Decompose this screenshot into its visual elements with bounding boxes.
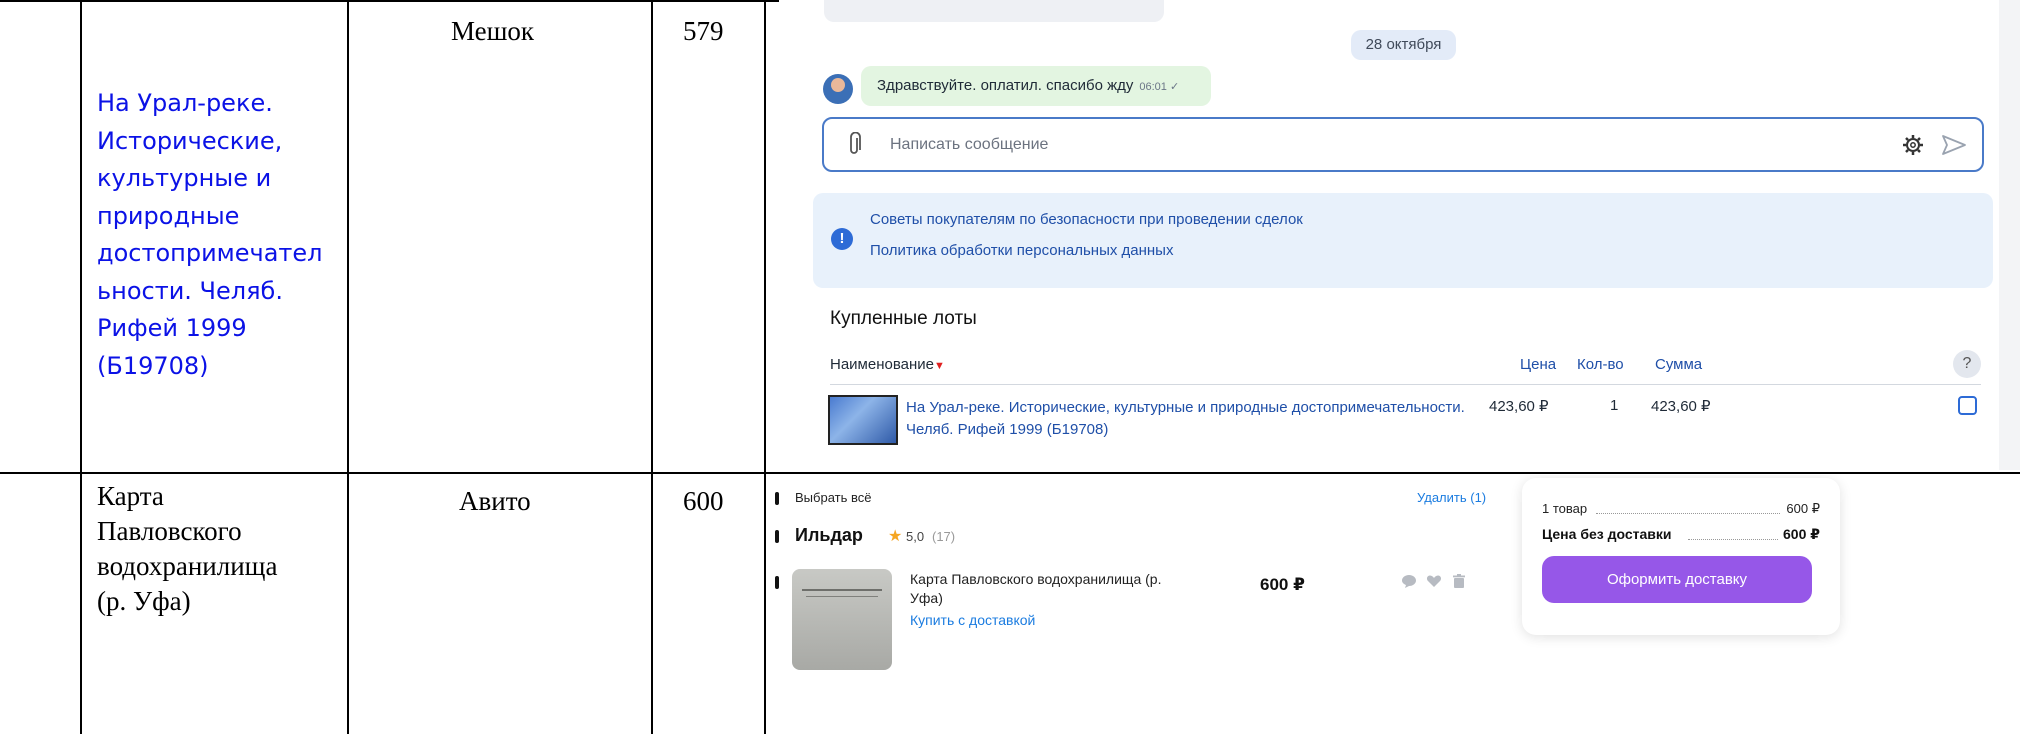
- document-line-icon: [806, 596, 878, 597]
- send-icon[interactable]: [1941, 133, 1967, 157]
- row2-title-line: водохранилища: [97, 551, 278, 581]
- avito-cart-screenshot: Выбрать всё Удалить (1) Ильдар ★ 5,0 (17…: [775, 475, 2020, 734]
- row2-title-line: Карта: [97, 481, 164, 511]
- table-col-divider-2: [347, 0, 349, 734]
- document-line-icon: [802, 589, 882, 591]
- message-time: 06:01 ✓: [1139, 81, 1180, 93]
- trash-icon[interactable]: [1451, 573, 1467, 589]
- seller-rating: 5,0: [906, 529, 925, 544]
- purchased-lots-panel: Купленные лоты Наименование▼ Цена Кол-во…: [813, 294, 1993, 460]
- header-divider: [830, 384, 1981, 385]
- item-sum: 423,60 ₽: [1651, 398, 1711, 415]
- delete-link[interactable]: Удалить (1): [1417, 490, 1486, 505]
- seller-name[interactable]: Ильдар: [795, 525, 863, 546]
- select-all-checkbox[interactable]: [775, 492, 779, 505]
- sort-down-icon: ▼: [933, 360, 945, 372]
- table-row-divider: [0, 472, 2020, 474]
- row1-title-line: Исторические,: [97, 126, 283, 155]
- row1-source: Мешок: [451, 16, 535, 46]
- message-bubble: Здравствуйте. оплатил. спасибо жду 06:01 …: [861, 66, 1211, 106]
- side-panel-edge: [1999, 0, 2020, 470]
- select-all-label[interactable]: Выбрать всё: [795, 490, 871, 505]
- row1-title-line: (Б19708): [97, 351, 209, 380]
- star-icon: ★: [888, 528, 903, 545]
- paperclip-icon[interactable]: [846, 132, 862, 158]
- seller-checkbox[interactable]: [775, 530, 779, 543]
- date-chip: 28 октября: [1351, 30, 1456, 60]
- row1-price: 579: [683, 16, 724, 46]
- column-header-name[interactable]: Наименование▼: [830, 356, 945, 373]
- item-thumbnail[interactable]: [828, 395, 898, 445]
- product-name[interactable]: Карта Павловского водохранилища (р. Уфа): [910, 570, 1170, 608]
- table-border-top: [0, 0, 779, 2]
- heart-icon[interactable]: [1426, 573, 1442, 589]
- table-col-divider-3: [651, 0, 653, 734]
- item-name-link[interactable]: На Урал-реке. Исторические, культурные и…: [906, 397, 1496, 441]
- safety-info-panel: ! Советы покупателям по безопасности при…: [813, 193, 1993, 288]
- message-text: Здравствуйте. оплатил. спасибо жду: [877, 77, 1134, 94]
- checkout-delivery-button[interactable]: Оформить доставку: [1542, 556, 1812, 603]
- total-label: Цена без доставки: [1542, 526, 1672, 542]
- chat-icon[interactable]: [1401, 573, 1417, 589]
- table-col-divider-1: [80, 0, 82, 734]
- purchased-lots-title: Купленные лоты: [830, 308, 977, 329]
- privacy-policy-link[interactable]: Политика обработки персональных данных: [870, 242, 1173, 259]
- item-price: 423,60 ₽: [1489, 398, 1549, 415]
- compose-field[interactable]: Написать сообщение: [822, 117, 1984, 172]
- items-subtotal: 600 ₽: [1786, 501, 1820, 516]
- row2-source: Авито: [459, 486, 531, 516]
- row1-title-line: достопримечател: [97, 239, 323, 267]
- row1-title-line: природные: [97, 201, 240, 230]
- column-header-sum[interactable]: Сумма: [1655, 356, 1702, 373]
- row1-title-line: ьности. Челяб.: [97, 276, 283, 305]
- product-image[interactable]: [792, 569, 892, 670]
- dotted-leader: [1596, 513, 1780, 514]
- user-avatar[interactable]: [823, 74, 853, 104]
- compose-placeholder: Написать сообщение: [890, 136, 1049, 153]
- column-header-price[interactable]: Цена: [1520, 356, 1556, 373]
- row1-title-line: культурные и: [97, 164, 272, 192]
- buy-with-delivery-link[interactable]: Купить с доставкой: [910, 612, 1035, 628]
- row1-title-line: На Урал-реке.: [97, 89, 273, 117]
- row2-title-line: Павловского: [97, 516, 242, 546]
- seller-review-count: (17): [932, 529, 956, 544]
- row2-title: Карта Павловского водохранилища (р. Уфа): [97, 479, 342, 619]
- total-value: 600 ₽: [1783, 526, 1820, 542]
- table-col-divider-4: [764, 0, 766, 734]
- help-button[interactable]: ?: [1953, 350, 1981, 378]
- info-icon: !: [831, 228, 853, 250]
- order-summary-panel: 1 товар 600 ₽ Цена без доставки 600 ₽ Оф…: [1522, 478, 1840, 635]
- row1-title-line: Рифей 1999: [97, 314, 247, 342]
- meshok-screenshot: 28 октября Здравствуйте. оплатил. спасиб…: [779, 0, 2020, 470]
- gear-icon[interactable]: [1902, 134, 1924, 156]
- item-checkbox[interactable]: [1958, 396, 1977, 415]
- previous-message-bubble: [824, 0, 1164, 22]
- row2-price: 600: [683, 486, 724, 516]
- column-header-qty[interactable]: Кол-во: [1577, 356, 1624, 373]
- row2-title-line: (р. Уфа): [97, 586, 191, 616]
- product-price: 600 ₽: [1260, 575, 1305, 594]
- item-checkbox[interactable]: [775, 576, 779, 589]
- dotted-leader: [1688, 539, 1778, 540]
- items-count-label: 1 товар: [1542, 501, 1588, 516]
- column-header-name-label: Наименование: [830, 356, 934, 373]
- row1-title[interactable]: На Урал-реке. Исторические, культурные и…: [97, 85, 342, 385]
- item-qty: 1: [1610, 397, 1619, 414]
- safety-tips-link[interactable]: Советы покупателям по безопасности при п…: [870, 211, 1303, 228]
